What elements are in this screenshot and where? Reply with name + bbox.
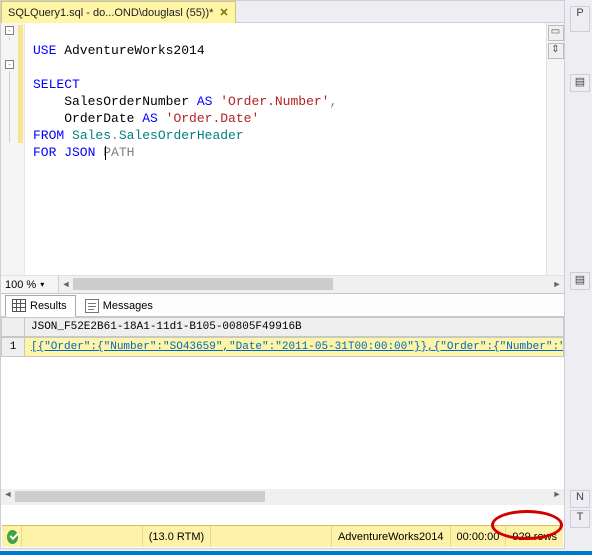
toolwindow-stub[interactable]: N: [570, 490, 590, 508]
toolwindow-stub[interactable]: P: [570, 6, 590, 32]
navigate-button[interactable]: ⇕: [548, 43, 564, 59]
rownum-cell[interactable]: 1: [1, 337, 25, 357]
tab-bar-spacer: [236, 1, 564, 22]
code-text: OrderDate: [64, 111, 142, 126]
keyword-as: AS: [197, 94, 213, 109]
string-literal: 'Order.Number': [212, 94, 329, 109]
string-literal: 'Order.Date': [158, 111, 259, 126]
sql-editor[interactable]: - - USE AdventureWorks2014 SELECT SalesO…: [1, 23, 564, 275]
stub-label: N: [576, 491, 584, 503]
document-tab-bar: SQLQuery1.sql - do...OND\douglasl (55))*…: [1, 1, 564, 23]
rownum-header[interactable]: [1, 317, 25, 337]
chevron-down-icon: ▾: [40, 280, 44, 289]
status-version: (13.0 RTM): [143, 526, 211, 547]
code-text: AdventureWorks2014: [56, 43, 204, 58]
grid-header-row: JSON_F52E2B61-18A1-11d1-B105-00805F49916…: [1, 317, 564, 337]
document-tab-active[interactable]: SQLQuery1.sql - do...OND\douglasl (55))*…: [1, 1, 236, 23]
results-grid[interactable]: JSON_F52E2B61-18A1-11d1-B105-00805F49916…: [1, 317, 564, 357]
split-icon: ▭: [551, 26, 560, 37]
results-pane: JSON_F52E2B61-18A1-11d1-B105-00805F49916…: [1, 317, 564, 505]
editor-footer: 100 % ▾ ◄ ►: [1, 275, 564, 293]
status-login: [211, 526, 332, 547]
status-bar: (13.0 RTM) AdventureWorks2014 00:00:00 9…: [2, 525, 563, 547]
status-rowcount: 929 rows: [506, 526, 563, 547]
keyword-as: AS: [142, 111, 158, 126]
code-area[interactable]: USE AdventureWorks2014 SELECT SalesOrder…: [25, 23, 546, 275]
outline-line: [9, 37, 10, 40]
tab-messages[interactable]: Messages: [78, 295, 162, 317]
punct-dot: .: [111, 128, 119, 143]
results-hscrollbar[interactable]: ◄ ►: [1, 489, 564, 505]
status-server: [22, 526, 143, 547]
text-caret: [105, 146, 106, 160]
stub-label: T: [577, 511, 584, 523]
editor-side-controls: ▭ ⇕: [546, 23, 564, 275]
toolwindow-stub[interactable]: ▤: [570, 272, 590, 290]
scroll-right-icon[interactable]: ►: [550, 276, 564, 294]
scroll-thumb[interactable]: [73, 278, 333, 290]
outline-line: [9, 71, 10, 143]
tab-label: Results: [30, 300, 67, 312]
keyword-select: SELECT: [33, 77, 80, 92]
document-tab-title: SQLQuery1.sql - do...OND\douglasl (55))*: [8, 7, 213, 19]
keyword-from: FROM: [33, 128, 64, 143]
status-ok: [2, 526, 22, 547]
table-row[interactable]: 1 [{"Order":{"Number":"SO43659","Date":"…: [1, 337, 564, 357]
result-cell-json[interactable]: [{"Order":{"Number":"SO43659","Date":"20…: [25, 337, 564, 357]
collapse-toggle-icon[interactable]: -: [5, 60, 14, 69]
editor-gutter: - -: [1, 23, 25, 275]
code-indent: [33, 94, 64, 109]
right-toolstrip: P ▤ ▤ N T: [570, 0, 592, 549]
status-database: AdventureWorks2014: [332, 526, 451, 547]
keyword-use: USE: [33, 43, 56, 58]
column-header[interactable]: JSON_F52E2B61-18A1-11d1-B105-00805F49916…: [25, 317, 564, 337]
code-text: SalesOrderNumber: [64, 94, 197, 109]
scroll-thumb[interactable]: [15, 491, 265, 502]
collapse-toggle-icon[interactable]: -: [5, 26, 14, 35]
zoom-value: 100 %: [5, 279, 36, 291]
code-indent: [33, 111, 64, 126]
messages-icon: [85, 299, 99, 313]
status-elapsed: 00:00:00: [451, 526, 507, 547]
stub-label: P: [576, 7, 583, 19]
punct-comma: ,: [329, 94, 337, 109]
toolwindow-stub[interactable]: T: [570, 510, 590, 528]
tab-results[interactable]: Results: [5, 295, 76, 317]
scroll-right-icon[interactable]: ►: [550, 489, 564, 505]
editor-hscrollbar[interactable]: ◄ ►: [59, 276, 564, 293]
check-icon: [7, 530, 18, 544]
window-accent-border: [0, 551, 592, 555]
stub-label: ▤: [575, 76, 585, 88]
grid-icon: [12, 299, 26, 313]
modification-marker: [18, 25, 23, 143]
scroll-left-icon[interactable]: ◄: [1, 489, 15, 505]
stub-label: ▤: [575, 274, 585, 286]
keyword-for: FOR: [33, 145, 56, 160]
split-view-button[interactable]: ▭: [548, 25, 564, 41]
updown-icon: ⇕: [551, 44, 559, 55]
close-icon[interactable]: ✕: [219, 6, 228, 19]
table-name: SalesOrderHeader: [119, 128, 244, 143]
results-tab-strip: Results Messages: [1, 293, 564, 317]
toolwindow-stub[interactable]: ▤: [570, 74, 590, 92]
scroll-left-icon[interactable]: ◄: [59, 276, 73, 294]
keyword-json: JSON: [56, 145, 103, 160]
zoom-dropdown[interactable]: 100 % ▾: [1, 276, 59, 293]
tab-label: Messages: [103, 300, 153, 312]
schema-name: Sales: [64, 128, 111, 143]
keyword-path: PATH: [103, 145, 134, 160]
